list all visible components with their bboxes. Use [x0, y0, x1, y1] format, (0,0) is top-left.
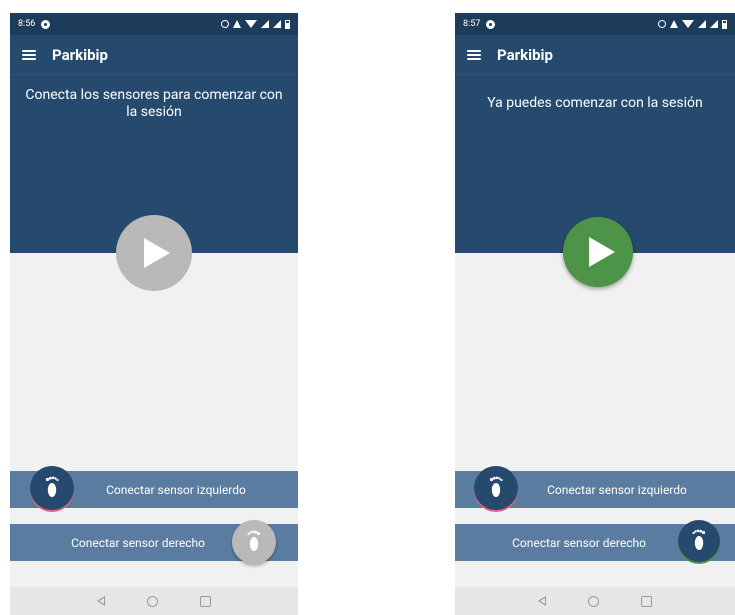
- connect-right-sensor-label: Conectar sensor derecho: [512, 535, 646, 550]
- session-status-message: Ya puedes comenzar con la sesión: [487, 95, 703, 111]
- status-time: 8:56: [18, 19, 36, 29]
- system-nav-bar: [10, 587, 298, 615]
- status-time: 8:57: [463, 19, 481, 29]
- recent-apps-icon[interactable]: [641, 595, 652, 607]
- left-sensor-fab[interactable]: [30, 466, 74, 510]
- alarm-icon: [221, 20, 229, 28]
- status-bar: 8:56: [10, 13, 298, 35]
- notification-icon: [486, 19, 496, 29]
- status-bar: 8:57: [455, 13, 735, 35]
- signal-icon: [698, 20, 706, 28]
- app-bar: Parkibip: [455, 35, 735, 75]
- app-title: Parkibip: [497, 45, 553, 64]
- start-session-button[interactable]: [116, 215, 192, 291]
- recent-apps-icon[interactable]: [200, 595, 211, 607]
- alarm-icon: [658, 20, 666, 28]
- left-sensor-fab[interactable]: [474, 466, 518, 510]
- footprint-right-icon: [692, 529, 706, 550]
- signal-icon: [710, 20, 718, 28]
- footprint-right-icon: [247, 530, 261, 551]
- play-icon: [144, 238, 170, 268]
- start-session-button[interactable]: [563, 217, 633, 287]
- notification-icon: [41, 19, 51, 29]
- signal-icon: [273, 20, 281, 28]
- connect-left-sensor-label: Conectar sensor izquierdo: [106, 482, 246, 497]
- battery-icon: [722, 19, 727, 29]
- signal-icon: [261, 20, 269, 28]
- app-bar: Parkibip: [10, 35, 298, 75]
- connect-right-sensor-label: Conectar sensor derecho: [71, 535, 205, 550]
- bell-muted-icon: [233, 20, 241, 28]
- app-title: Parkibip: [52, 45, 108, 64]
- phone-screen-after: 8:57 Parkibip Ya puedes comenzar con la …: [455, 13, 735, 615]
- home-icon[interactable]: [588, 595, 599, 607]
- wifi-icon: [682, 20, 694, 28]
- back-icon[interactable]: [538, 596, 546, 606]
- bell-muted-icon: [670, 20, 678, 28]
- wifi-icon: [245, 20, 257, 28]
- right-sensor-fab[interactable]: [232, 520, 276, 564]
- phone-screen-before: 8:56 Parkibip Conecta los sensores para …: [10, 13, 298, 615]
- right-sensor-fab[interactable]: [678, 520, 720, 562]
- status-icons: [221, 19, 290, 29]
- battery-icon: [285, 19, 290, 29]
- status-icons: [658, 19, 727, 29]
- footprint-left-icon: [45, 476, 59, 497]
- connect-left-sensor-label: Conectar sensor izquierdo: [547, 482, 687, 497]
- footprint-left-icon: [489, 476, 503, 497]
- back-icon[interactable]: [97, 596, 105, 606]
- menu-icon[interactable]: [467, 49, 481, 60]
- home-icon[interactable]: [147, 595, 158, 607]
- session-status-message: Conecta los sensores para comenzar con l…: [25, 87, 283, 120]
- play-icon: [589, 237, 615, 267]
- system-nav-bar: [455, 587, 735, 615]
- menu-icon[interactable]: [22, 49, 36, 60]
